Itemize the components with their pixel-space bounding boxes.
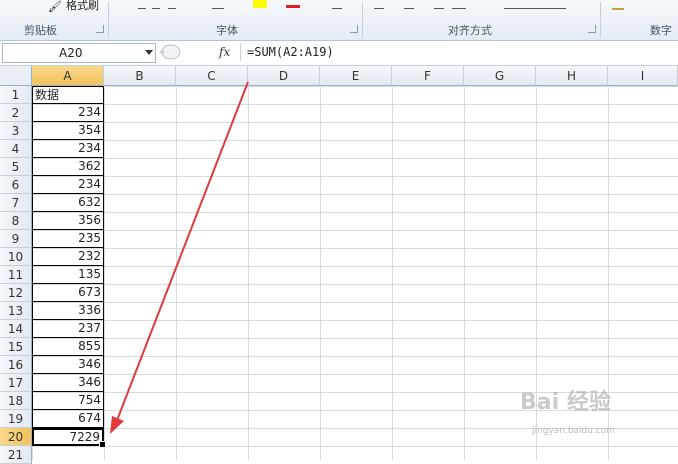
- font-launcher-icon[interactable]: [350, 25, 358, 33]
- italic-icon[interactable]: [152, 0, 160, 9]
- name-box[interactable]: A20: [2, 43, 156, 63]
- alignment-launcher-icon[interactable]: [588, 25, 596, 33]
- ribbon-separator: [600, 2, 601, 38]
- chevron-down-icon[interactable]: [145, 50, 153, 55]
- name-box-value: A20: [59, 46, 83, 60]
- formula-tools-icons: fx: [160, 44, 230, 60]
- ribbon-separator: [362, 2, 363, 38]
- clipboard-launcher-icon[interactable]: [96, 25, 104, 33]
- indent-icon[interactable]: [452, 0, 466, 9]
- watermark-url: jingyan.baidu.com: [532, 426, 616, 436]
- merge-center-icon[interactable]: [504, 0, 566, 9]
- phonetic-icon[interactable]: [332, 0, 342, 9]
- formula-input[interactable]: =SUM(A2:A19): [240, 43, 677, 61]
- format-painter-button[interactable]: 格式刷: [66, 0, 99, 13]
- ribbon-separator: [108, 2, 109, 38]
- font-color-icon[interactable]: [286, 0, 300, 8]
- align-left-icon[interactable]: [374, 0, 384, 9]
- group-number-label: 数字: [650, 24, 672, 37]
- formula-text: =SUM(A2:A19): [247, 45, 334, 59]
- align-center-icon[interactable]: [404, 0, 414, 9]
- group-alignment-label: 对齐方式: [448, 24, 492, 37]
- number-format-icon[interactable]: [612, 0, 624, 10]
- watermark-logo: Bai 经验: [520, 390, 611, 415]
- fx-icon: fx: [218, 45, 230, 59]
- bold-icon[interactable]: [138, 0, 146, 9]
- formula-tools: fx: [157, 43, 237, 61]
- ribbon: 🖌 格式刷 剪贴板 字体 对齐方式 数字: [0, 0, 678, 41]
- format-painter-icon[interactable]: 🖌: [48, 0, 62, 13]
- border-icon[interactable]: [212, 0, 224, 9]
- underline-icon[interactable]: [168, 0, 176, 9]
- group-clipboard-label: 剪贴板: [24, 24, 57, 37]
- group-font-label: 字体: [216, 24, 238, 37]
- formula-bar: A20 fx =SUM(A2:A19): [0, 41, 678, 66]
- align-right-icon[interactable]: [434, 0, 444, 9]
- fill-color-icon[interactable]: [253, 0, 267, 8]
- worksheet-grid[interactable]: ABCDEFGHI 1 2 3 4 5 6 7 8 9 10 11 12 13 14 15 16 17 18 19 2…: [0, 66, 678, 464]
